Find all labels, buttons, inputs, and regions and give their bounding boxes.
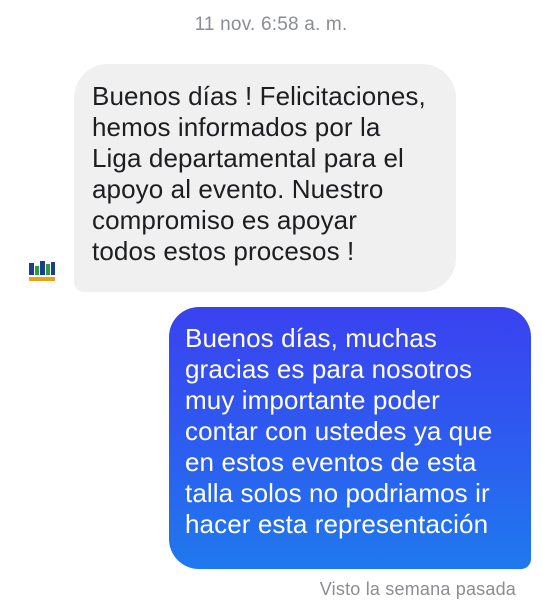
seen-status: Visto la semana pasada (319, 579, 516, 599)
incoming-message-bubble[interactable]: Buenos días ! Felicitaciones, hemos info… (74, 64, 456, 292)
message-timestamp: 11 nov. 6:58 a. m. (194, 14, 348, 35)
chat-screen: { "conversation": { "timestamp": "11 nov… (0, 0, 542, 600)
team-logo-icon-graphic (26, 260, 58, 284)
outgoing-message-bubble[interactable]: Buenos días, muchas gracias es para noso… (169, 307, 531, 569)
team-logo-icon[interactable] (26, 258, 58, 284)
